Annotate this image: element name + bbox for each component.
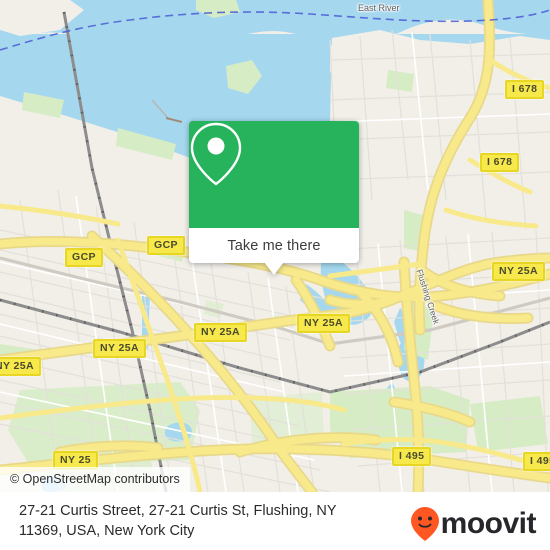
address-line-1: 27-21 Curtis Street, 27-21 Curtis St, Fl…	[19, 503, 337, 519]
moovit-pin-icon	[410, 507, 439, 541]
popup-header	[189, 121, 359, 228]
take-me-there-button[interactable]: Take me there	[189, 228, 359, 263]
shield-gcp-west[interactable]: GCP	[65, 248, 103, 267]
shield-i495-left[interactable]: I 495	[392, 447, 432, 466]
shield-gcp-east[interactable]: GCP	[147, 236, 185, 255]
shield-ny25a-edge[interactable]: NY 25A	[0, 357, 41, 376]
shield-ny25a-right[interactable]: NY 25A	[492, 262, 545, 281]
shield-i678-north[interactable]: I 678	[505, 80, 545, 99]
location-popup[interactable]: Take me there	[189, 121, 359, 275]
popup-tail-pointer	[264, 262, 284, 275]
shield-i495-right[interactable]: I 495	[523, 452, 550, 471]
page-footer: 27-21 Curtis Street, 27-21 Curtis St, Fl…	[0, 492, 550, 550]
take-me-there-label: Take me there	[227, 237, 321, 254]
shield-ny25a-center[interactable]: NY 25A	[297, 314, 350, 333]
moovit-logo[interactable]: moovit	[410, 506, 537, 542]
moovit-map-screenshot: East River Flushing Creek I 678 I 678 GC…	[0, 0, 550, 550]
location-pin-icon	[190, 122, 242, 186]
address-block: 27-21 Curtis Street, 27-21 Curtis St, Fl…	[19, 501, 359, 541]
moovit-wordmark: moovit	[440, 507, 537, 540]
osm-attribution[interactable]: © OpenStreetMap contributors	[0, 467, 190, 492]
map-canvas[interactable]: East River Flushing Creek I 678 I 678 GC…	[0, 0, 550, 492]
shield-ny25a-left[interactable]: NY 25A	[93, 339, 146, 358]
shield-i678-south[interactable]: I 678	[480, 153, 520, 172]
shield-ny25a-mid[interactable]: NY 25A	[194, 323, 247, 342]
address-line-2: 11369, USA, New York City	[19, 523, 195, 539]
